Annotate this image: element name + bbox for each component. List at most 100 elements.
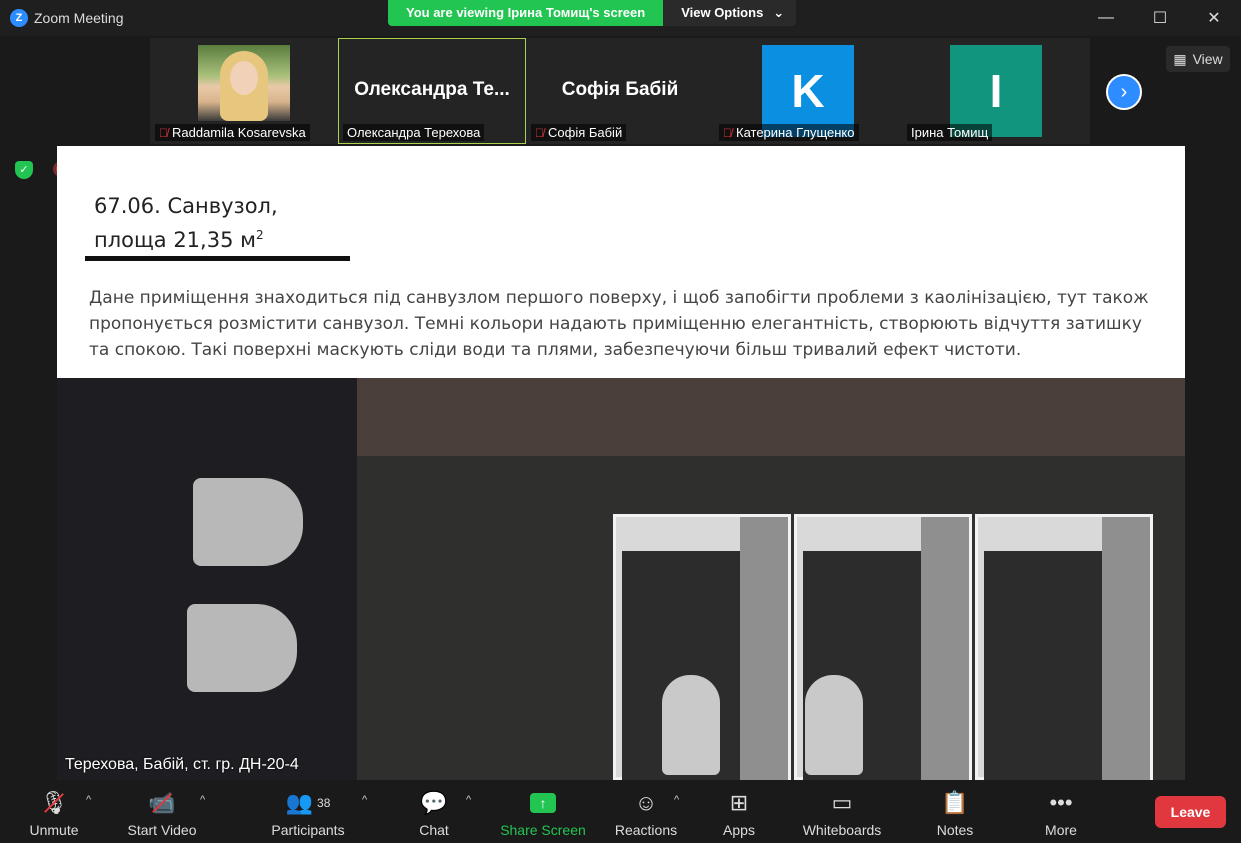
participant-name: Катерина Глущенко: [736, 125, 855, 140]
apps-grid-icon: ⊞: [729, 790, 749, 815]
participants-label: Participants: [271, 822, 345, 838]
render-toilet: [805, 675, 863, 775]
participant-name: Raddamila Kosarevska: [172, 125, 306, 140]
grid-icon: ▦: [1173, 50, 1187, 67]
notes-icon: 📋: [941, 790, 969, 815]
stall-interior: [622, 551, 742, 780]
participants-options-caret[interactable]: ^: [362, 794, 367, 806]
slash-mark: [44, 793, 64, 813]
reactions-button[interactable]: ☺ Reactions: [614, 788, 678, 838]
reactions-options-caret[interactable]: ^: [674, 794, 679, 806]
chat-options-caret[interactable]: ^: [466, 794, 471, 806]
video-camera-off-icon: 📹: [148, 788, 175, 818]
slide-title-line1: 67.06. Санвузол,: [94, 194, 278, 218]
render-stall: [975, 514, 1153, 780]
participant-photo: [198, 45, 290, 121]
notes-button[interactable]: 📋 Notes: [934, 788, 976, 838]
more-button[interactable]: ••• More: [1042, 788, 1080, 838]
chevron-down-icon: ⌄: [773, 5, 785, 20]
slide-title-superscript: 2: [255, 228, 264, 242]
participants-button[interactable]: 👥 38 Participants: [268, 788, 348, 838]
chat-label: Chat: [419, 822, 449, 838]
stall-door: [740, 517, 788, 780]
microphone-muted-icon: 🎙: [40, 788, 68, 818]
reactions-label: Reactions: [614, 822, 678, 838]
unmute-label: Unmute: [29, 822, 79, 838]
start-video-label: Start Video: [127, 822, 197, 838]
title-bar: Z Zoom Meeting You are viewing Ірина Том…: [0, 0, 1241, 36]
chat-bubble-icon: 💬: [420, 790, 448, 815]
whiteboards-button[interactable]: ▭ Whiteboards: [800, 788, 884, 838]
viewing-screen-text: You are viewing Ірина Томищ's screen: [388, 0, 664, 26]
video-options-caret[interactable]: ^: [200, 794, 205, 806]
unmute-button[interactable]: 🎙 Unmute: [26, 788, 82, 838]
participant-tile[interactable]: Софія Бабій 🎙̸ Софія Бабій: [526, 38, 714, 144]
render-urinal: [187, 604, 297, 692]
participant-tile-active-speaker[interactable]: Олександра Те... Олександра Терехова: [338, 38, 526, 144]
share-screen-button[interactable]: ↑ Share Screen: [500, 788, 586, 838]
slide-title-area: площа 21,35 м: [94, 228, 256, 252]
leave-button[interactable]: Leave: [1155, 796, 1226, 828]
more-dots-icon: •••: [1049, 790, 1073, 815]
shared-screen: 67.06. Санвузол, площа 21,35 м2 Дане при…: [57, 146, 1185, 780]
render-stall: [613, 514, 791, 780]
slash-mark: [152, 793, 172, 813]
gallery-next-button[interactable]: ›: [1106, 74, 1142, 110]
security-shield-icon[interactable]: ✓: [15, 161, 33, 179]
render-left-wall: [57, 378, 357, 780]
render-urinal: [193, 478, 303, 566]
participant-label: Ірина Томищ: [907, 124, 993, 141]
participant-tile[interactable]: 🎙̸ Raddamila Kosarevska: [150, 38, 338, 144]
more-label: More: [1045, 822, 1077, 838]
participant-big-name: Олександра Те...: [354, 79, 510, 100]
close-button[interactable]: ✕: [1187, 0, 1241, 36]
participant-tile[interactable]: K 🎙̸ Катерина Глущенко: [714, 38, 902, 144]
zoom-logo-icon: Z: [10, 9, 28, 27]
mic-muted-icon: 🎙̸: [723, 125, 732, 140]
apps-button[interactable]: ⊞ Apps: [720, 788, 758, 838]
share-banner: You are viewing Ірина Томищ's screen Vie…: [388, 0, 797, 26]
audio-options-caret[interactable]: ^: [86, 794, 91, 806]
stall-interior: [984, 551, 1104, 780]
window-controls: — ☐ ✕: [1079, 0, 1241, 36]
minimize-button[interactable]: —: [1079, 0, 1133, 36]
participant-name: Софія Бабій: [548, 125, 623, 140]
share-screen-icon: ↑: [530, 788, 556, 818]
presenter-caption: Терехова, Бабій, ст. гр. ДН-20-4: [65, 756, 299, 773]
window-title: Zoom Meeting: [34, 10, 124, 26]
share-screen-label: Share Screen: [500, 822, 586, 838]
bathroom-render-image: [57, 378, 1185, 780]
participant-label: 🎙̸ Катерина Глущенко: [719, 124, 859, 141]
stall-door: [1102, 517, 1150, 780]
stall-door: [921, 517, 969, 780]
view-label: View: [1192, 51, 1223, 67]
view-options-button[interactable]: View Options ⌄: [663, 0, 797, 26]
title-underline: [85, 256, 350, 261]
whiteboards-label: Whiteboards: [802, 822, 882, 838]
chevron-right-icon: ›: [1120, 80, 1128, 103]
start-video-button[interactable]: 📹 Start Video: [124, 788, 200, 838]
apps-label: Apps: [723, 822, 755, 838]
mic-muted-icon: 🎙̸: [535, 125, 544, 140]
participant-gallery: 🎙̸ Raddamila Kosarevska Олександра Те...…: [150, 38, 1090, 144]
participant-name: Ірина Томищ: [911, 125, 989, 140]
render-toilet: [662, 675, 720, 775]
chat-button[interactable]: 💬 Chat: [414, 788, 454, 838]
maximize-button[interactable]: ☐: [1133, 0, 1187, 36]
participants-icon: 👥 38: [285, 790, 331, 815]
participant-label: Олександра Терехова: [343, 124, 485, 141]
slide-title: 67.06. Санвузол, площа 21,35 м2: [94, 192, 278, 255]
participant-label: 🎙̸ Софія Бабій: [531, 124, 627, 141]
view-button[interactable]: ▦ View: [1166, 46, 1230, 72]
slide-title-line2: площа 21,35 м2: [94, 221, 278, 255]
participant-tile[interactable]: I Ірина Томищ: [902, 38, 1090, 144]
whiteboard-icon: ▭: [831, 790, 853, 815]
participant-count: 38: [317, 796, 331, 810]
mic-muted-icon: 🎙̸: [159, 125, 168, 140]
photo-face: [230, 61, 258, 95]
participant-name: Олександра Терехова: [347, 125, 481, 140]
participant-big-name: Софія Бабій: [561, 79, 679, 100]
render-stall: [794, 514, 972, 780]
view-options-label: View Options: [681, 5, 764, 20]
slide-body-text: Дане приміщення знаходиться під санвузло…: [89, 288, 1149, 360]
